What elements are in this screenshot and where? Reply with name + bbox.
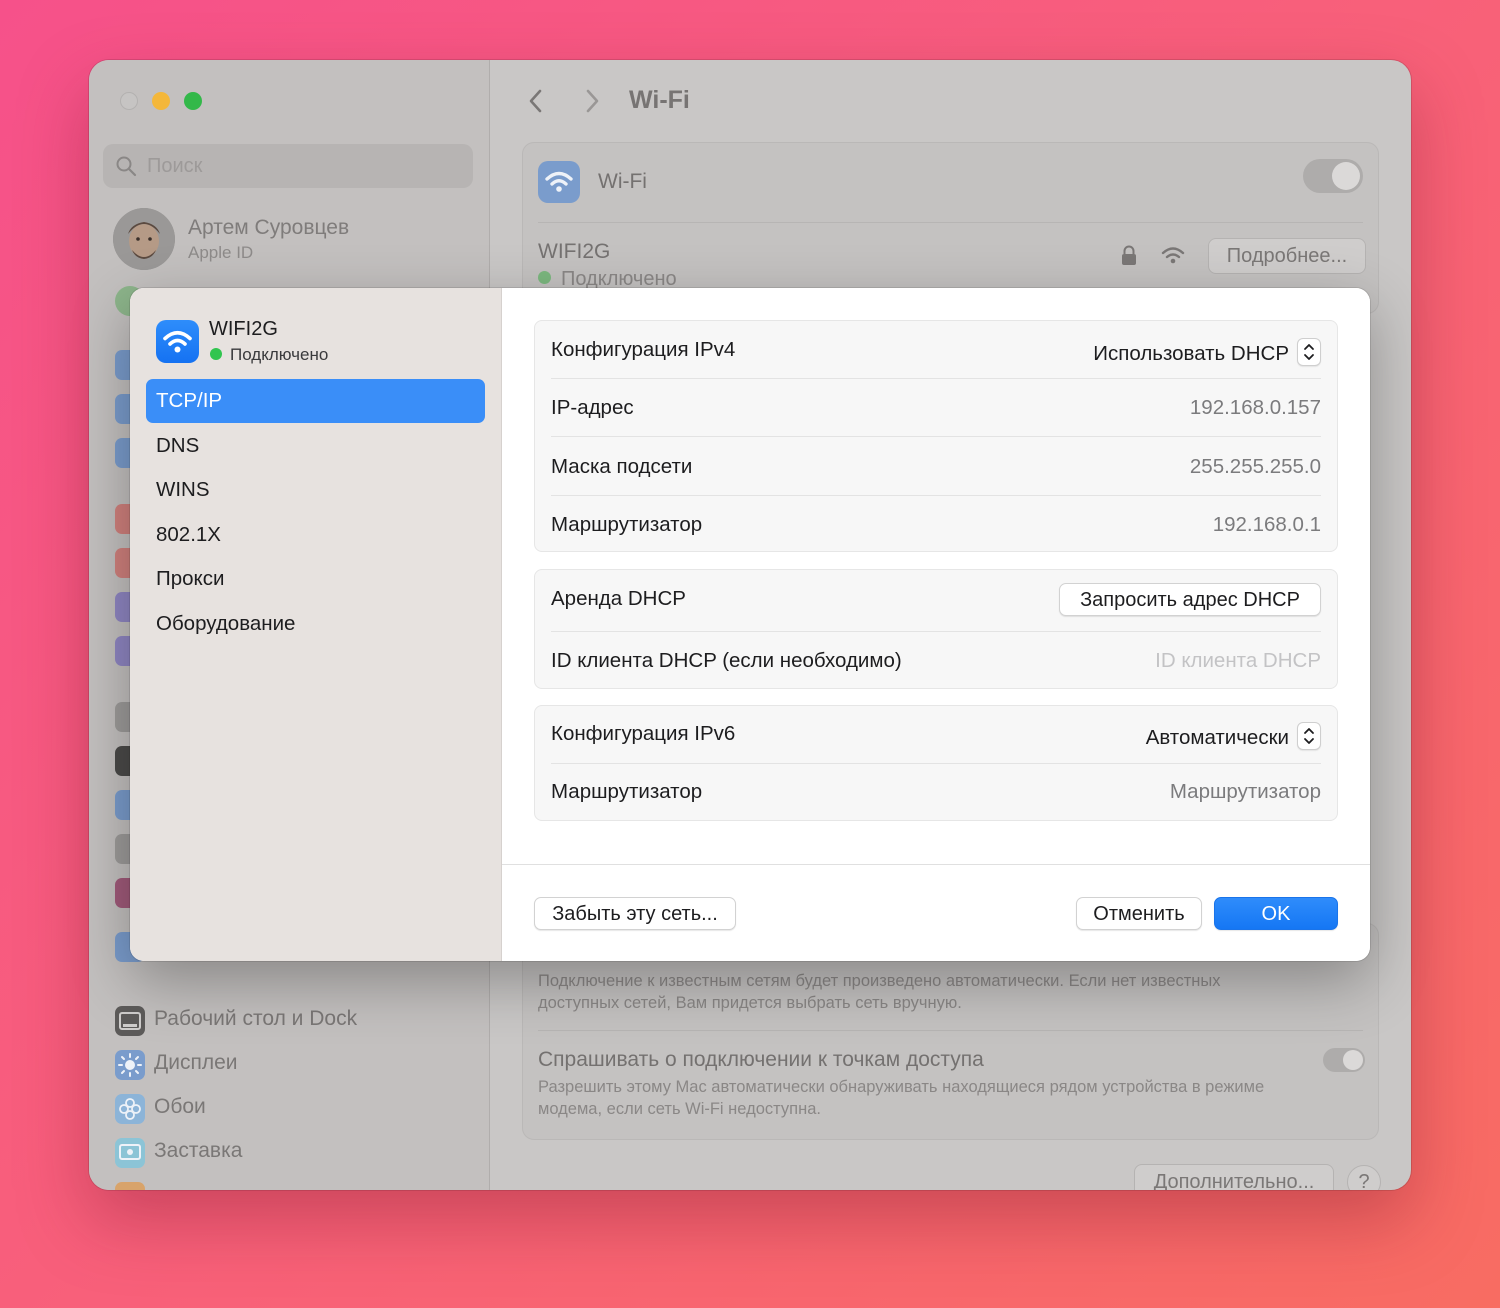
sidebar-item-label: Рабочий стол и Dock <box>154 1007 358 1030</box>
page-title: Wi-Fi <box>629 86 690 114</box>
flower-icon <box>115 1094 145 1124</box>
screensaver-icon <box>115 1138 145 1168</box>
ipv6-router-field[interactable]: Маршрутизатор <box>1170 780 1321 804</box>
wifi-toggle[interactable] <box>1303 159 1363 193</box>
ipv6-config-row: Конфигурация IPv6 Автоматически <box>551 722 1321 750</box>
ipv6-router-label: Маршрутизатор <box>551 780 703 803</box>
hotspot-toggle[interactable] <box>1323 1048 1365 1072</box>
forget-network-button[interactable]: Забыть эту сеть... <box>534 897 736 930</box>
dialog-network-status: Подключено <box>210 345 328 365</box>
hotspot-heading: Спрашивать о подключении к точкам доступ… <box>538 1048 984 1071</box>
updown-chevron-icon <box>1297 722 1321 750</box>
network-name: WIFI2G <box>538 240 611 263</box>
ipv4-config-row: Конфигурация IPv4 Использовать DHCP <box>551 338 1321 366</box>
divider <box>551 436 1321 437</box>
ok-button[interactable]: OK <box>1214 897 1338 930</box>
ipv6-config-label: Конфигурация IPv6 <box>551 722 736 745</box>
router-row: Маршрутизатор 192.168.0.1 <box>551 513 1321 541</box>
dhcp-lease-label: Аренда DHCP <box>551 587 686 610</box>
wifi-signal-icon <box>1161 247 1185 264</box>
divider <box>538 222 1363 223</box>
dialog-content: Конфигурация IPv4 Использовать DHCP IP-а… <box>502 288 1370 961</box>
ipv6-config-popup[interactable]: Автоматически <box>1146 722 1321 750</box>
sidebar-item-label: Заставка <box>154 1139 243 1162</box>
forward-chevron-icon[interactable] <box>580 86 604 116</box>
subnet-mask-label: Маска подсети <box>551 455 693 478</box>
close-window-button[interactable] <box>120 92 138 110</box>
renew-dhcp-button[interactable]: Запросить адрес DHCP <box>1059 583 1321 616</box>
zoom-window-button[interactable] <box>184 92 202 110</box>
network-details-dialog: WIFI2G Подключено TCP/IP DNS WINS 802.1X… <box>130 288 1370 961</box>
ip-address-row: IP-адрес 192.168.0.157 <box>551 396 1321 424</box>
details-button[interactable]: Подробнее... <box>1208 238 1366 274</box>
lock-icon <box>1122 245 1136 265</box>
connected-dot <box>538 271 551 284</box>
divider <box>551 631 1321 632</box>
ipv4-config-popup[interactable]: Использовать DHCP <box>1093 338 1321 366</box>
dhcp-client-id-field[interactable]: ID клиента DHCP <box>1155 649 1321 673</box>
sidebar-item-label: Дисплеи <box>154 1051 238 1074</box>
divider <box>551 495 1321 496</box>
router-label: Маршрутизатор <box>551 513 703 536</box>
profile-name: Артем Суровцев <box>188 216 350 239</box>
tab-tcp-ip[interactable]: TCP/IP <box>146 379 485 423</box>
profile-subtitle: Apple ID <box>188 243 254 262</box>
dialog-sidebar: WIFI2G Подключено TCP/IP DNS WINS 802.1X… <box>130 288 502 961</box>
cancel-button[interactable]: Отменить <box>1076 897 1202 930</box>
ipv4-config-label: Конфигурация IPv4 <box>551 338 736 361</box>
help-button[interactable]: ? <box>1347 1165 1381 1190</box>
subnet-mask-row: Маска подсети 255.255.255.0 <box>551 455 1321 483</box>
divider <box>551 763 1321 764</box>
advanced-button[interactable]: Дополнительно... <box>1134 1164 1334 1190</box>
dhcp-client-id-label: ID клиента DHCP (если необходимо) <box>551 649 902 672</box>
router-value: 192.168.0.1 <box>1212 513 1321 536</box>
tab-hardware[interactable]: Оборудование <box>146 602 485 646</box>
tab-wins[interactable]: WINS <box>146 468 485 512</box>
wifi-icon <box>156 320 199 363</box>
sun-icon <box>115 1050 145 1080</box>
sidebar-item-label: Обои <box>154 1095 206 1118</box>
subnet-mask-value: 255.255.255.0 <box>1189 455 1321 478</box>
ipv6-group: Конфигурация IPv6 Автоматически Маршрути… <box>534 705 1338 821</box>
divider <box>551 378 1321 379</box>
wifi-label: Wi-Fi <box>598 170 647 193</box>
dhcp-client-id-row: ID клиента DHCP (если необходимо) ID кли… <box>551 649 1321 677</box>
ipv4-group: Конфигурация IPv4 Использовать DHCP IP-а… <box>534 320 1338 552</box>
wifi-icon <box>538 161 580 203</box>
dhcp-group: Аренда DHCP Запросить адрес DHCP ID клие… <box>534 569 1338 689</box>
avatar <box>113 208 175 270</box>
hotspot-description: Разрешить этому Mac автоматически обнару… <box>538 1078 1265 1118</box>
dialog-network-name: WIFI2G <box>209 318 278 340</box>
tab-802-1x[interactable]: 802.1X <box>146 513 485 557</box>
search-placeholder: Поиск <box>147 155 203 177</box>
auto-join-description: Подключение к известным сетям будет прои… <box>538 972 1221 1012</box>
battery-icon <box>115 1182 145 1190</box>
ipv6-router-row: Маршрутизатор Маршрутизатор <box>551 780 1321 808</box>
ip-address-label: IP-адрес <box>551 396 634 419</box>
dock-icon <box>115 1006 145 1036</box>
minimize-window-button[interactable] <box>152 92 170 110</box>
divider <box>538 1030 1363 1031</box>
tab-dns[interactable]: DNS <box>146 424 485 468</box>
connected-dot <box>210 348 222 360</box>
back-chevron-icon[interactable] <box>524 86 548 116</box>
tab-proxies[interactable]: Прокси <box>146 557 485 601</box>
updown-chevron-icon <box>1297 338 1321 366</box>
footer-divider <box>502 864 1370 865</box>
search-icon <box>116 156 137 177</box>
ip-address-value: 192.168.0.157 <box>1189 396 1321 419</box>
search-field[interactable]: Поиск <box>103 144 473 188</box>
